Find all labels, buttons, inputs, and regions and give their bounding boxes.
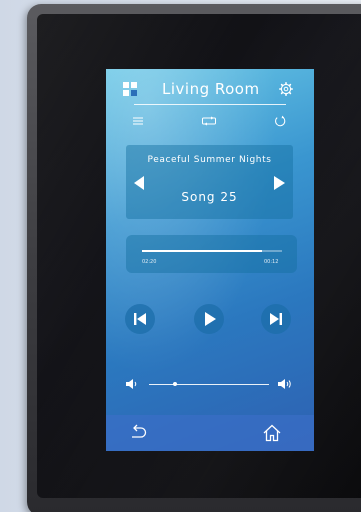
play-icon: [205, 312, 216, 326]
footer-bar: [106, 415, 314, 451]
header-divider: [134, 104, 286, 105]
app-logo-icon[interactable]: [123, 82, 137, 96]
triangle-right-icon[interactable]: [271, 175, 287, 191]
progress-fill: [142, 250, 263, 252]
gear-icon[interactable]: [279, 82, 293, 96]
volume-high-icon[interactable]: [277, 378, 295, 390]
skip-previous-icon: [134, 313, 146, 325]
home-icon[interactable]: [262, 424, 282, 442]
playlist-panel: Peaceful Summer Nights Song 25: [126, 145, 293, 219]
progress-bar[interactable]: [142, 250, 282, 252]
skip-next-icon: [270, 313, 282, 325]
header: Living Room: [106, 69, 314, 105]
triangle-left-icon[interactable]: [132, 175, 148, 191]
remaining-time: 00:12: [264, 259, 279, 265]
repeat-icon[interactable]: [201, 115, 217, 127]
volume-slider-handle[interactable]: [173, 382, 178, 386]
refresh-icon[interactable]: [274, 115, 286, 127]
progress-panel: 02:20 00:12: [126, 235, 297, 273]
volume-low-icon[interactable]: [125, 378, 139, 390]
elapsed-time: 02:20: [142, 259, 157, 265]
back-arrow-icon[interactable]: [129, 424, 147, 440]
touch-screen: Living Room Peaceful Summer Nights Song …: [106, 69, 314, 451]
previous-track-button[interactable]: [125, 304, 155, 334]
volume-slider[interactable]: [149, 384, 269, 385]
play-button[interactable]: [194, 304, 224, 334]
room-title: Living Room: [162, 80, 260, 98]
hamburger-menu-icon[interactable]: [133, 115, 143, 127]
song-title: Song 25: [181, 190, 238, 204]
playlist-name: Peaceful Summer Nights: [147, 155, 272, 165]
next-track-button[interactable]: [261, 304, 291, 334]
